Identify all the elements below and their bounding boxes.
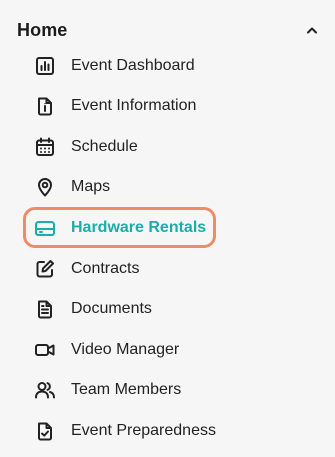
file-check-icon [34, 420, 56, 442]
nav-item-label: Maps [71, 178, 111, 195]
nav-item-label: Documents [71, 300, 152, 317]
nav-item-label: Event Information [71, 97, 197, 114]
document-info-icon [34, 95, 56, 117]
nav-item-event-dashboard[interactable]: Event Dashboard [34, 48, 304, 84]
nav-item-label: Team Members [71, 381, 182, 398]
nav-item-event-information[interactable]: Event Information [34, 88, 304, 124]
nav-item-documents[interactable]: Documents [34, 291, 304, 327]
video-camera-icon [34, 339, 56, 361]
nav-item-event-preparedness[interactable]: Event Preparedness [34, 413, 304, 449]
nav-item-label: Schedule [71, 138, 138, 155]
map-pin-icon [34, 176, 56, 198]
chevron-up-icon[interactable] [305, 23, 319, 37]
nav-item-contracts[interactable]: Contracts [34, 251, 304, 287]
nav-item-label: Contracts [71, 260, 140, 277]
nav-item-label: Hardware Rentals [71, 219, 207, 236]
users-icon [34, 379, 56, 401]
section-header-home[interactable]: Home [17, 14, 319, 46]
bar-chart-icon [34, 55, 56, 77]
calendar-icon [34, 136, 56, 158]
nav-item-maps[interactable]: Maps [34, 169, 304, 205]
file-text-icon [34, 298, 56, 320]
nav-item-hardware-rentals[interactable]: Hardware Rentals [34, 210, 304, 246]
edit-square-icon [34, 258, 56, 280]
nav-item-video-manager[interactable]: Video Manager [34, 332, 304, 368]
nav-item-team-members[interactable]: Team Members [34, 372, 304, 408]
sidebar-nav: Home Event Dashboard Event Information S… [0, 0, 335, 457]
hard-drive-icon [34, 217, 56, 239]
section-title: Home [17, 19, 68, 40]
nav-item-label: Event Preparedness [71, 422, 216, 439]
nav-item-schedule[interactable]: Schedule [34, 129, 304, 165]
nav-item-label: Event Dashboard [71, 57, 195, 74]
nav-item-label: Video Manager [71, 341, 180, 358]
